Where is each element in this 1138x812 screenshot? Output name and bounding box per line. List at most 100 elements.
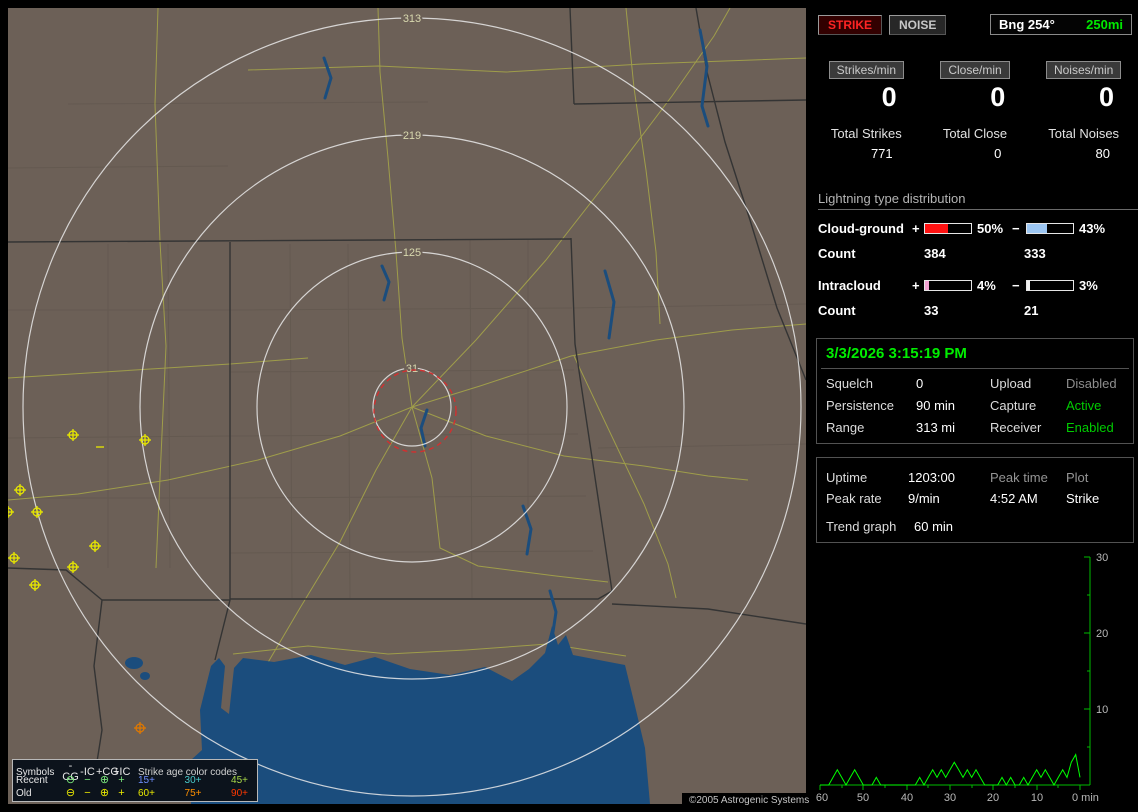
bearing-readout: Bng 254° 250mi — [990, 14, 1132, 35]
squelch-value: 0 — [916, 376, 924, 391]
age-60: 60+ — [138, 788, 155, 799]
trend-row: Trend graph 60 min — [821, 519, 1129, 534]
stats-row: Uptime 1203:00 Peak time Plot — [821, 470, 1129, 485]
map-area: 313 219 125 31 Symbols -CG -IC +CG +IC Stri… — [8, 8, 806, 804]
receiver-status: Enabled — [1066, 420, 1114, 435]
lightning-detector-app: { "map": { "center": {"x": 404, "y": 399… — [0, 0, 1138, 812]
svg-text:60: 60 — [816, 792, 828, 804]
plus-sign: + — [912, 221, 920, 236]
map-legend: Symbols -CG -IC +CG +IC Strike age color… — [12, 759, 258, 802]
total-strikes-label: Total Strikes — [830, 126, 902, 141]
plus-sign: + — [912, 278, 920, 293]
trend-line — [820, 753, 1081, 787]
status-row: Range 313 mi Receiver Enabled — [821, 420, 1129, 435]
uptime-label: Uptime — [826, 470, 868, 485]
total-noises-value: 80 — [1095, 146, 1110, 161]
range-label: Range — [826, 420, 865, 435]
svg-text:10: 10 — [1031, 792, 1043, 804]
squelch-label: Squelch — [826, 376, 873, 391]
svg-text:20: 20 — [1096, 628, 1108, 640]
pos-ic-icon: + — [118, 774, 125, 786]
svg-text:20: 20 — [987, 792, 999, 804]
stats-row: Peak rate 9/min 4:52 AM Strike — [821, 491, 1129, 506]
datetime-display: 3/3/2026 3:15:19 PM — [821, 343, 1129, 369]
peak-rate-value: 9/min — [908, 491, 940, 506]
distribution-title: Lightning type distribution — [818, 191, 1138, 210]
peak-time-value: 4:52 AM — [990, 491, 1038, 506]
copyright-text: ©2005 Astrogenic Systems — [682, 793, 817, 808]
noise-mode-button[interactable]: NOISE — [889, 14, 947, 35]
strikes-per-min-value: 0 — [881, 82, 897, 112]
cloud-ground-row: Cloud-ground + 50% − 43% — [818, 221, 1138, 236]
neg-ic-icon: − — [84, 787, 91, 799]
trend-graph-label: Trend graph — [826, 519, 897, 534]
intracloud-label: Intracloud — [818, 278, 881, 293]
recent-label: Recent — [16, 775, 48, 786]
neg-cg-icon: ⊖ — [65, 774, 76, 786]
strikes-per-min-label: Strikes/min — [828, 61, 904, 79]
trend-graph-value: 60 min — [914, 519, 954, 534]
ic-plus-pct: 4% — [977, 278, 996, 293]
lightning-map[interactable]: 313 219 125 31 — [8, 8, 806, 804]
peak-rate-label: Peak rate — [826, 491, 882, 506]
range-ring-label: 31 — [406, 363, 418, 375]
cg-plus-pct: 50% — [977, 221, 1004, 236]
status-row: Squelch 0 Upload Disabled — [821, 376, 1129, 391]
strike-mode-button[interactable]: STRIKE — [818, 14, 883, 35]
cg-plus-bar — [924, 223, 972, 234]
peak-time-header: Peak time — [990, 470, 1048, 485]
age-90: 90+ — [231, 788, 248, 799]
bearing-value: Bng 254° — [999, 17, 1055, 32]
receiver-label: Receiver — [990, 420, 1042, 435]
total-close-label: Total Close — [942, 126, 1008, 141]
svg-text:30: 30 — [944, 792, 956, 804]
graph-labels: 30 20 10 60 50 40 30 20 10 0 min — [816, 552, 1108, 804]
strikes-counter: Strikes/min 0 Total Strikes 771 — [812, 61, 921, 161]
cg-minus-pct: 43% — [1079, 221, 1106, 236]
pos-ic-icon: + — [118, 787, 125, 799]
svg-text:30: 30 — [1096, 552, 1108, 564]
ic-plus-count: 33 — [924, 303, 939, 318]
stats-box: Uptime 1203:00 Peak time Plot Peak rate … — [816, 457, 1134, 543]
ic-minus-pct: 3% — [1079, 278, 1098, 293]
cg-minus-bar — [1026, 223, 1074, 234]
neg-ic-icon: − — [84, 774, 91, 786]
range-value: 313 mi — [916, 420, 956, 435]
capture-status: Active — [1066, 398, 1102, 413]
ic-minus-bar — [1026, 280, 1074, 291]
total-close-value: 0 — [994, 146, 1002, 161]
persistence-value: 90 min — [916, 398, 956, 413]
svg-text:50: 50 — [857, 792, 869, 804]
noises-counter: Noises/min 0 Total Noises 80 — [1029, 61, 1138, 161]
ic-plus-bar — [924, 280, 972, 291]
range-ring-label: 313 — [403, 13, 421, 25]
svg-text:10: 10 — [1096, 704, 1108, 716]
cloud-ground-counts: Count 384 333 — [818, 246, 1138, 261]
range-ring-label: 219 — [403, 130, 421, 142]
cg-minus-count: 333 — [1024, 246, 1046, 261]
age-15: 15+ — [138, 775, 155, 786]
cg-plus-count: 384 — [924, 246, 946, 261]
intracloud-row: Intracloud + 4% − 3% — [818, 278, 1138, 293]
noises-per-min-value: 0 — [1098, 82, 1114, 112]
upload-label: Upload — [990, 376, 1032, 391]
plot-value: Strike — [1066, 491, 1100, 506]
close-per-min-label: Close/min — [940, 61, 1010, 79]
noises-per-min-label: Noises/min — [1045, 61, 1122, 79]
age-45: 45+ — [231, 775, 248, 786]
trend-graph: 30 20 10 60 50 40 30 20 10 0 min — [816, 552, 1108, 804]
pos-cg-icon: ⊕ — [99, 774, 110, 786]
graph-axes — [819, 556, 1091, 790]
range-ring-label: 125 — [403, 247, 421, 259]
cloud-ground-label: Cloud-ground — [818, 221, 904, 236]
minus-sign: − — [1012, 221, 1020, 236]
count-label: Count — [818, 303, 856, 318]
total-strikes-value: 771 — [870, 146, 893, 161]
plot-header: Plot — [1066, 470, 1089, 485]
count-label: Count — [818, 246, 856, 261]
status-box: 3/3/2026 3:15:19 PM Squelch 0 Upload Dis… — [816, 338, 1134, 444]
status-panel: STRIKE NOISE Bng 254° 250mi Strikes/min … — [812, 0, 1138, 812]
bearing-range-value: 250mi — [1086, 17, 1123, 32]
pos-cg-icon: ⊕ — [99, 787, 110, 799]
legend-recent-row: Recent ⊖ − ⊕ + 15+ 30+ 45+ — [16, 774, 254, 787]
